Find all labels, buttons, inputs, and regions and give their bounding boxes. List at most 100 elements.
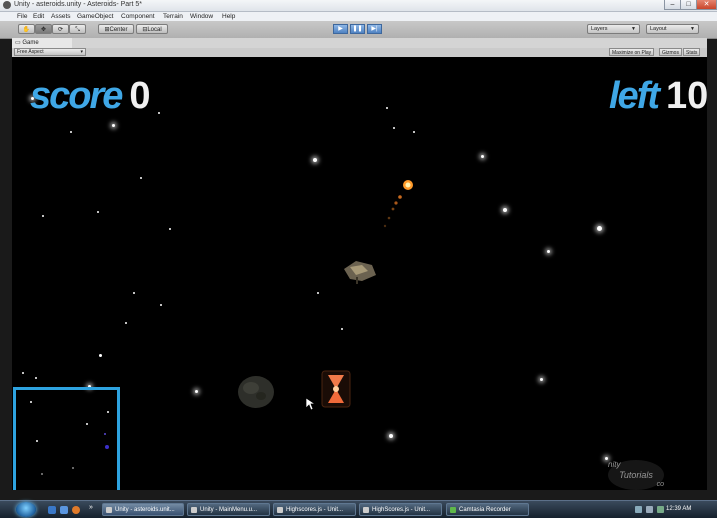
close-button[interactable]: ✕ <box>696 0 717 10</box>
unity-logo-icon <box>3 1 11 9</box>
star <box>195 390 198 393</box>
asteroid <box>238 376 274 408</box>
taskbar-item-highscores-2[interactable]: HighScores.js - Unit... <box>359 503 442 516</box>
star <box>169 228 171 230</box>
lives-label: left <box>609 75 660 117</box>
lives-display: left 10 <box>609 77 707 115</box>
bullet-trail <box>383 180 413 228</box>
minimize-button[interactable]: – <box>664 0 681 10</box>
layout-label: Layout <box>650 26 667 32</box>
minimap <box>13 387 120 490</box>
more-quicklaunch-icon[interactable]: » <box>89 504 93 511</box>
hand-tool-button[interactable]: ✋ <box>18 24 35 34</box>
script-icon <box>277 507 283 513</box>
toolbar: ✋ ✥ ⟳ ⤡ ⊞Center ⊟Local ▶ ❚❚ ▶| Layers ▼ … <box>0 21 717 39</box>
scale-icon: ⤡ <box>75 27 80 33</box>
ie-icon[interactable] <box>60 506 68 514</box>
play-button[interactable]: ▶ <box>333 24 348 34</box>
step-button[interactable]: ▶| <box>367 24 382 34</box>
pause-button[interactable]: ❚❚ <box>350 24 365 34</box>
unity-icon <box>191 507 197 513</box>
minimap-star <box>72 467 74 469</box>
minimap-star <box>41 473 43 475</box>
pivot-label: Center <box>109 27 128 33</box>
star <box>22 372 24 374</box>
space-local-toggle[interactable]: ⊟Local <box>136 24 168 34</box>
maximize-button[interactable]: □ <box>680 0 697 10</box>
taskbar-item-label: Camtasia Recorder <box>459 507 511 513</box>
layers-label: Layers <box>591 26 608 32</box>
menu-edit[interactable]: Edit <box>33 12 44 21</box>
star <box>35 377 37 379</box>
window-title-bar[interactable]: Unity - asteroids.unity - Asteroids- Par… <box>0 0 717 12</box>
layers-dropdown[interactable]: Layers ▼ <box>587 24 640 34</box>
taskbar-item-label: HighScores.js - Unit... <box>372 507 431 513</box>
star <box>125 322 127 324</box>
taskbar-item-unity-asteroids[interactable]: Unity - asteroids.unit... <box>102 503 184 516</box>
menu-assets[interactable]: Assets <box>51 12 71 21</box>
menu-window[interactable]: Window <box>190 12 213 21</box>
star <box>317 292 319 294</box>
score-label: score <box>30 75 123 117</box>
star <box>389 434 393 438</box>
star <box>158 112 160 114</box>
play-icon: ▶ <box>338 26 343 32</box>
chevron-down-icon: ▼ <box>631 26 636 32</box>
show-desktop-icon[interactable] <box>48 506 56 514</box>
star <box>393 127 395 129</box>
tab-game[interactable]: ▭ Game <box>12 38 72 48</box>
star <box>341 328 343 330</box>
gizmos-toggle[interactable]: Gizmos <box>659 48 682 56</box>
taskbar-item-camtasia[interactable]: Camtasia Recorder <box>446 503 529 516</box>
menu-file[interactable]: File <box>17 12 27 21</box>
taskbar-item-label: Highscores.js - Unit... <box>286 507 344 513</box>
layout-dropdown[interactable]: Layout ▼ <box>646 24 699 34</box>
score-display: score 0 <box>30 77 151 115</box>
tray-app-icon[interactable] <box>657 506 664 513</box>
tab-game-label: Game <box>22 40 39 46</box>
scale-tool-button[interactable]: ⤡ <box>69 24 86 34</box>
camtasia-icon <box>450 507 456 513</box>
script-icon <box>363 507 369 513</box>
game-viewport[interactable]: score 0 left 10 nity Tutorials co <box>12 57 707 490</box>
star <box>313 158 317 162</box>
menu-terrain[interactable]: Terrain <box>163 12 183 21</box>
minimap-star <box>30 401 32 403</box>
window-title: Unity - asteroids.unity - Asteroids- Par… <box>14 1 142 8</box>
volume-icon[interactable] <box>646 506 653 513</box>
star <box>133 292 135 294</box>
menu-gameobject[interactable]: GameObject <box>77 12 114 21</box>
step-icon: ▶| <box>371 26 378 32</box>
watermark-line3: co <box>656 481 664 488</box>
lives-value: 10 <box>666 75 707 117</box>
network-icon[interactable] <box>635 506 642 513</box>
mouse-cursor-icon <box>305 397 315 411</box>
star <box>413 131 415 133</box>
minimap-object-dot <box>105 445 109 449</box>
firefox-icon[interactable] <box>72 506 80 514</box>
player-ship <box>344 261 376 284</box>
rotate-tool-button[interactable]: ⟳ <box>52 24 69 34</box>
minimap-star <box>86 423 88 425</box>
star <box>503 208 507 212</box>
maximize-on-play-toggle[interactable]: Maximize on Play <box>609 48 655 56</box>
clock[interactable]: 12:39 AM <box>666 503 691 516</box>
aspect-label: Free Aspect <box>17 49 44 55</box>
star <box>97 211 99 213</box>
menu-component[interactable]: Component <box>121 12 155 21</box>
star <box>481 155 484 158</box>
taskbar-item-unity-mainmenu[interactable]: Unity - MainMenu.u... <box>187 503 270 516</box>
move-tool-button[interactable]: ✥ <box>35 24 52 34</box>
aspect-dropdown[interactable]: Free Aspect ▾ <box>14 48 86 56</box>
chevron-down-icon: ▾ <box>80 49 83 55</box>
rotate-icon: ⟳ <box>57 27 64 33</box>
pause-icon: ❚❚ <box>352 26 363 32</box>
start-button[interactable] <box>16 502 36 517</box>
score-value: 0 <box>129 75 151 117</box>
menu-help[interactable]: Help <box>222 12 235 21</box>
hourglass-powerup <box>321 370 351 408</box>
stats-toggle[interactable]: Stats <box>683 48 701 56</box>
minimap-star <box>107 411 109 413</box>
pivot-center-toggle[interactable]: ⊞Center <box>98 24 134 34</box>
taskbar-item-highscores-1[interactable]: Highscores.js - Unit... <box>273 503 356 516</box>
